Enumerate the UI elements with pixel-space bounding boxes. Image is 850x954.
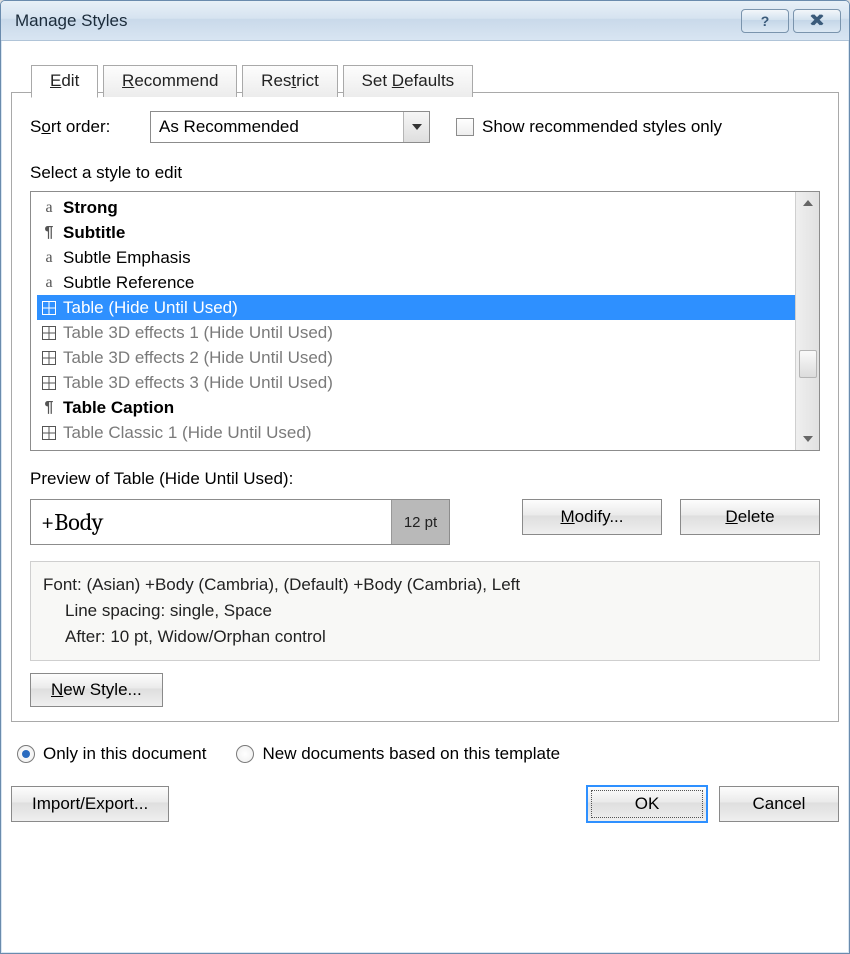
close-icon: ✕ bbox=[810, 11, 824, 31]
style-name: Table (Hide Until Used) bbox=[63, 295, 238, 320]
style-name: Table 3D effects 1 (Hide Until Used) bbox=[63, 320, 333, 345]
select-style-label: Select a style to edit bbox=[30, 163, 820, 183]
checkbox-icon bbox=[456, 118, 474, 136]
table-style-icon bbox=[39, 301, 59, 315]
tab-set-defaults[interactable]: Set Defaults bbox=[343, 65, 474, 97]
scroll-up-icon[interactable] bbox=[796, 192, 820, 214]
tab-edit[interactable]: Edit bbox=[31, 65, 98, 98]
paragraph-style-icon: ¶ bbox=[39, 220, 59, 245]
radio-template-label: New documents based on this template bbox=[262, 744, 560, 764]
style-list-item[interactable]: Table 3D effects 2 (Hide Until Used) bbox=[37, 345, 795, 370]
style-name: Table Classic 1 (Hide Until Used) bbox=[63, 420, 311, 445]
style-description: Font: (Asian) +Body (Cambria), (Default)… bbox=[30, 561, 820, 661]
table-style-icon bbox=[39, 426, 59, 440]
style-name: Strong bbox=[63, 195, 118, 220]
style-list-item[interactable]: Table 3D effects 1 (Hide Until Used) bbox=[37, 320, 795, 345]
table-style-icon bbox=[39, 351, 59, 365]
radio-only-label: Only in this document bbox=[43, 744, 206, 764]
desc-line-2: Line spacing: single, Space bbox=[43, 598, 807, 624]
desc-line-3: After: 10 pt, Widow/Orphan control bbox=[43, 624, 807, 650]
preview-box: +Body 12 pt bbox=[30, 499, 450, 545]
table-style-icon bbox=[39, 326, 59, 340]
scrollbar[interactable] bbox=[795, 192, 819, 450]
close-button[interactable]: ✕ bbox=[793, 9, 841, 33]
style-name: Subtle Reference bbox=[63, 270, 194, 295]
radio-icon bbox=[236, 745, 254, 763]
desc-line-1: Font: (Asian) +Body (Cambria), (Default)… bbox=[43, 572, 807, 598]
scroll-down-icon[interactable] bbox=[796, 428, 820, 450]
radio-new-documents-template[interactable]: New documents based on this template bbox=[236, 744, 560, 764]
radio-only-this-document[interactable]: Only in this document bbox=[17, 744, 206, 764]
sort-order-label: Sort order: bbox=[30, 117, 150, 137]
titlebar: Manage Styles ? ✕ bbox=[1, 1, 849, 41]
style-name: Table Caption bbox=[63, 395, 174, 420]
style-list-item[interactable]: Table (Hide Until Used) bbox=[37, 295, 795, 320]
style-list-item[interactable]: aSubtle Reference bbox=[37, 270, 795, 295]
sort-order-select[interactable]: As Recommended bbox=[150, 111, 430, 143]
manage-styles-dialog: Manage Styles ? ✕ Edit Recommend Restric… bbox=[0, 0, 850, 954]
style-name: Table 3D effects 3 (Hide Until Used) bbox=[63, 370, 333, 395]
style-list-item[interactable]: ¶Subtitle bbox=[37, 220, 795, 245]
style-list-item[interactable]: ¶Table Caption bbox=[37, 395, 795, 420]
paragraph-style-icon: ¶ bbox=[39, 395, 59, 420]
sort-order-value: As Recommended bbox=[159, 117, 299, 137]
tab-recommend[interactable]: Recommend bbox=[103, 65, 237, 97]
preview-pointsize: 12 pt bbox=[391, 500, 449, 544]
client-area: Edit Recommend Restrict Set Defaults Sor… bbox=[11, 49, 839, 943]
radio-icon bbox=[17, 745, 35, 763]
tab-bar: Edit Recommend Restrict Set Defaults bbox=[11, 49, 839, 93]
help-button[interactable]: ? bbox=[741, 9, 789, 33]
style-list-item[interactable]: Table Classic 1 (Hide Until Used) bbox=[37, 420, 795, 445]
scroll-thumb[interactable] bbox=[799, 350, 817, 378]
scope-radio-group: Only in this document New documents base… bbox=[11, 744, 839, 764]
import-export-button[interactable]: Import/Export... bbox=[11, 786, 169, 822]
delete-button[interactable]: Delete bbox=[680, 499, 820, 535]
ok-button[interactable]: OK bbox=[587, 786, 707, 822]
character-style-icon: a bbox=[39, 245, 59, 270]
preview-label: Preview of Table (Hide Until Used): bbox=[30, 469, 820, 489]
style-list[interactable]: aStrong¶SubtitleaSubtle EmphasisaSubtle … bbox=[30, 191, 820, 451]
style-name: Table 3D effects 2 (Hide Until Used) bbox=[63, 345, 333, 370]
character-style-icon: a bbox=[39, 195, 59, 220]
chevron-down-icon bbox=[403, 112, 429, 142]
window-title: Manage Styles bbox=[15, 11, 737, 31]
style-list-item[interactable]: aStrong bbox=[37, 195, 795, 220]
show-recommended-only-checkbox[interactable]: Show recommended styles only bbox=[456, 117, 722, 137]
cancel-button[interactable]: Cancel bbox=[719, 786, 839, 822]
style-list-item[interactable]: aSubtle Emphasis bbox=[37, 245, 795, 270]
style-list-item[interactable]: Table 3D effects 3 (Hide Until Used) bbox=[37, 370, 795, 395]
new-style-button[interactable]: New Style... bbox=[30, 673, 163, 707]
tab-page-edit: Sort order: As Recommended Show recommen… bbox=[11, 93, 839, 722]
preview-font: +Body bbox=[31, 508, 391, 536]
style-name: Subtitle bbox=[63, 220, 125, 245]
help-icon: ? bbox=[761, 13, 770, 29]
style-name: Subtle Emphasis bbox=[63, 245, 191, 270]
character-style-icon: a bbox=[39, 270, 59, 295]
table-style-icon bbox=[39, 376, 59, 390]
tab-restrict[interactable]: Restrict bbox=[242, 65, 338, 97]
modify-button[interactable]: Modify... bbox=[522, 499, 662, 535]
show-recommended-only-label: Show recommended styles only bbox=[482, 117, 722, 137]
